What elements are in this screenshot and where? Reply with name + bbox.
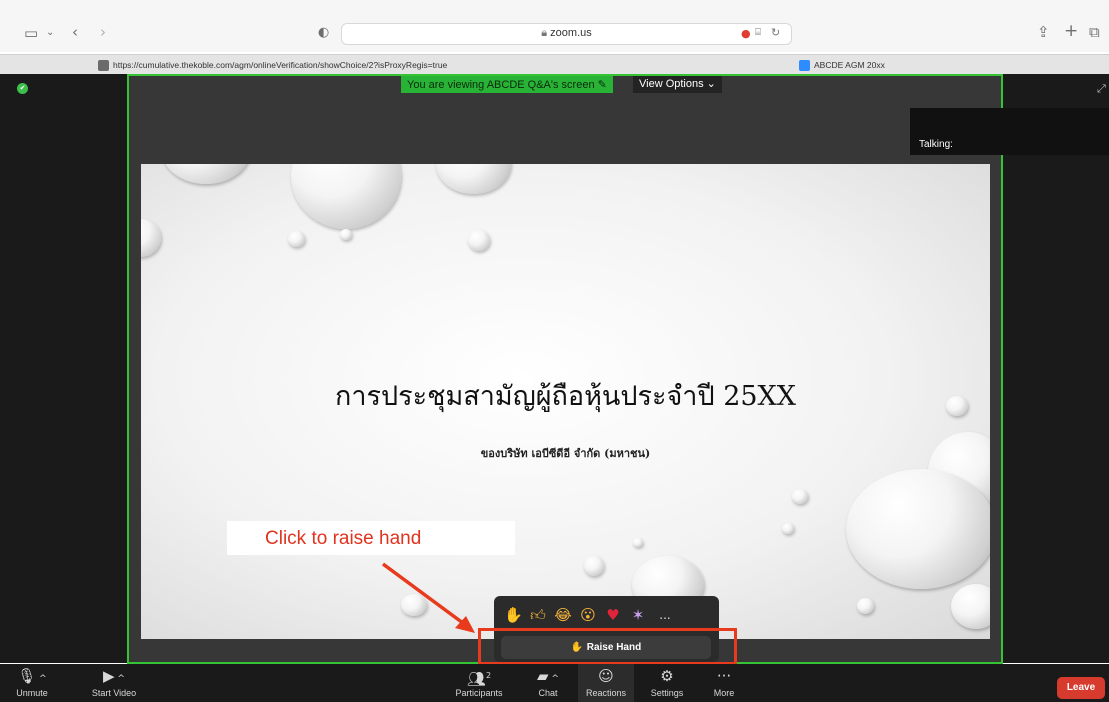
participants-label: Participants <box>455 688 503 698</box>
settings-button[interactable]: ⚙ Settings <box>645 664 689 702</box>
start-video-label: Start Video <box>91 688 137 698</box>
participants-icon: 👥︎2 <box>466 670 492 688</box>
water-drop-decoration <box>584 556 604 576</box>
lock-icon: 🔒︎ <box>541 27 551 39</box>
chevron-down-icon: ⌄ <box>706 78 716 90</box>
tab-overview-icon[interactable]: ⧉ <box>1089 22 1100 42</box>
microphone-icon[interactable]: ● <box>741 27 751 40</box>
slide-subtitle: ของบริษัท เอบีซีดีอี จำกัด (มหาชน) <box>480 447 651 460</box>
viewing-label: You are viewing ABCDE Q&A's screen <box>407 79 595 91</box>
forward-icon[interactable]: › <box>100 22 106 42</box>
tab-verification[interactable]: https://cumulative.thekoble.com/agm/onli… <box>98 55 447 75</box>
tab-bar: https://cumulative.thekoble.com/agm/onli… <box>0 54 1109 75</box>
more-reactions-button[interactable]: ... <box>656 606 674 624</box>
participants-button[interactable]: 👥︎2 Participants <box>450 664 508 702</box>
party-emoji-icon[interactable]: ✶ <box>629 606 647 624</box>
privacy-shield-icon[interactable]: ◐ <box>318 23 329 43</box>
tab-zoom-meeting[interactable]: ABCDE AGM 20xx <box>799 55 885 75</box>
site-favicon-icon <box>98 60 109 72</box>
reactions-icon: ☺ <box>598 667 614 685</box>
chat-label: Chat <box>538 688 558 698</box>
annotation-callout: Click to raise hand <box>227 521 515 555</box>
talking-label: Talking: <box>919 139 953 150</box>
water-drop-decoration <box>792 489 808 504</box>
heart-emoji-icon[interactable]: ♥ <box>604 606 622 624</box>
clap-emoji-icon[interactable]: ✋ <box>504 606 523 624</box>
gear-icon: ⚙ <box>660 667 674 685</box>
security-shield-icon[interactable]: ✔ <box>17 83 28 94</box>
unmute-button[interactable]: 🎙︎ ^ Unmute <box>10 664 54 702</box>
more-button[interactable]: ··· More <box>706 664 742 702</box>
water-drop-decoration <box>468 230 490 251</box>
participant-count: 2 <box>485 671 492 680</box>
reactions-label: Reactions <box>585 688 627 698</box>
water-drop-decoration <box>857 598 874 614</box>
talking-indicator: Talking: <box>910 108 1109 155</box>
water-drop-decoration <box>340 229 352 240</box>
thumbs-up-emoji-icon[interactable]: 👍︎ <box>529 606 547 624</box>
unmute-label: Unmute <box>16 688 48 698</box>
browser-toolbar: ▭ ⌄ ‹ › ◐ 🔒︎ zoom.us ● ⌸ ↻ ⇪ + ⧉ <box>0 0 1109 52</box>
water-drop-decoration <box>951 584 990 629</box>
meeting-controls-bar: 🎙︎ ^ Unmute ▶ ^ Start Video 👥︎2 Particip… <box>0 664 1109 702</box>
reload-icon[interactable]: ↻ <box>771 26 780 39</box>
leave-button[interactable]: Leave <box>1057 677 1105 699</box>
viewing-screen-banner: You are viewing ABCDE Q&A's screen ✎ <box>401 76 613 93</box>
callout-text: Click to raise hand <box>265 528 422 549</box>
address-bar[interactable]: 🔒︎ zoom.us ● ⌸ ↻ <box>341 23 792 45</box>
sidebar-icon[interactable]: ▭ <box>24 23 38 43</box>
new-tab-icon[interactable]: + <box>1064 21 1078 41</box>
annotation-arrow <box>381 562 475 633</box>
water-drop-decoration <box>288 231 305 247</box>
water-drop-decoration <box>141 219 161 257</box>
translate-icon[interactable]: ⌸ <box>755 27 761 38</box>
zoom-favicon-icon <box>799 60 810 72</box>
settings-label: Settings <box>650 688 684 698</box>
water-drop-decoration <box>633 538 643 547</box>
muted-microphone-icon: 🎙︎ ^ <box>17 667 47 685</box>
share-icon[interactable]: ⇪ <box>1037 22 1050 42</box>
start-video-button[interactable]: ▶ ^ Start Video <box>82 664 146 702</box>
chat-button[interactable]: ▰ ^ Chat <box>528 664 568 702</box>
back-icon[interactable]: ‹ <box>72 22 78 42</box>
surprised-emoji-icon[interactable]: 😮︎ <box>579 606 597 624</box>
water-drop-decoration <box>436 164 511 194</box>
raise-hand-highlight <box>478 628 737 665</box>
fullscreen-icon[interactable]: ⤢ <box>1097 82 1106 96</box>
slide-title: การประชุมสามัญผู้ถือหุ้นประจำปี 25XX <box>334 381 796 412</box>
water-drop-decoration <box>782 523 794 534</box>
tab-label: ABCDE AGM 20xx <box>814 60 885 70</box>
chat-icon: ▰ ^ <box>537 667 559 685</box>
tab-label: https://cumulative.thekoble.com/agm/onli… <box>113 60 448 70</box>
address-text: zoom.us <box>550 27 592 39</box>
reactions-button[interactable]: ☺ Reactions <box>578 664 634 702</box>
view-options-button[interactable]: View Options ⌄ <box>633 76 722 93</box>
water-drop-decoration <box>291 164 401 229</box>
view-options-label: View Options <box>639 78 704 90</box>
presentation-slide: การประชุมสามัญผู้ถือหุ้นประจำปี 25XX ของ… <box>141 164 990 639</box>
water-drop-decoration <box>161 164 251 184</box>
more-label: More <box>713 688 735 698</box>
pin-icon: ✎ <box>597 78 607 91</box>
video-off-icon: ▶ ^ <box>103 667 125 685</box>
laughing-emoji-icon[interactable]: 😂︎ <box>554 606 572 624</box>
more-icon: ··· <box>716 667 732 685</box>
water-drop-decoration <box>846 469 990 589</box>
chevron-down-icon[interactable]: ⌄ <box>46 23 54 43</box>
